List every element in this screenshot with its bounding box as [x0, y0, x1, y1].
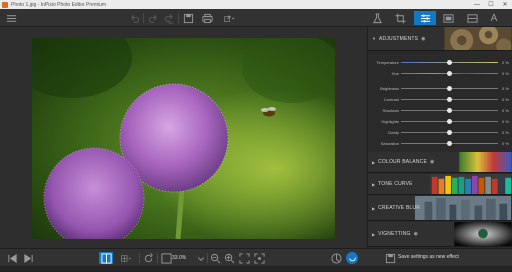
- compare-view-icon[interactable]: [99, 252, 113, 264]
- redo-all-icon[interactable]: [163, 12, 175, 24]
- section-title: ADJUSTMENTS: [378, 35, 419, 42]
- adjustment-row: Clarity 0 %: [368, 128, 512, 137]
- city-thumbnail: [415, 196, 511, 220]
- adjustment-label: Brightness: [380, 86, 399, 91]
- visibility-icon[interactable]: ◉: [421, 36, 425, 42]
- adjustment-value: 0 %: [502, 86, 509, 91]
- toolbar: A: [0, 9, 512, 27]
- undo-icon[interactable]: [128, 12, 140, 24]
- effects-icon[interactable]: [370, 12, 384, 24]
- adjustment-value: 0 %: [502, 60, 509, 65]
- adjustment-label: Saturation: [380, 141, 399, 146]
- pencils-thumbnail: [430, 174, 511, 194]
- slider-handle[interactable]: [447, 60, 452, 65]
- title-bar: Photo 1.jpg - InPixio Photo Editor Premi…: [0, 0, 512, 9]
- creative-blur-section[interactable]: ▶ CREATIVE BLUR: [368, 196, 512, 221]
- actual-size-icon[interactable]: [253, 252, 265, 264]
- fit-screen-icon[interactable]: [238, 252, 250, 264]
- close-button[interactable]: ✕: [498, 1, 512, 8]
- slider-handle[interactable]: [447, 108, 452, 113]
- reset-icon[interactable]: [346, 252, 358, 264]
- slider-handle[interactable]: [447, 86, 452, 91]
- tone-curve-section[interactable]: ▶ TONE CURVE: [368, 174, 512, 195]
- zoom-out-icon[interactable]: [209, 252, 221, 264]
- adjustment-row: Temperature 0 %: [368, 58, 512, 67]
- adjustments-icon[interactable]: [414, 11, 436, 25]
- history-icon[interactable]: [330, 252, 342, 264]
- zoom-level[interactable]: 33.0%: [172, 253, 196, 263]
- minimize-button[interactable]: —: [470, 2, 484, 8]
- expand-icon: ▶: [372, 181, 376, 187]
- previous-image-icon[interactable]: [6, 252, 18, 264]
- zoom-in-icon[interactable]: [223, 252, 235, 264]
- adjustment-row: Brightness 0 %: [368, 84, 512, 93]
- adjustment-row: Contrast 0 %: [368, 95, 512, 104]
- adjustment-label: Temperature: [376, 60, 399, 65]
- adjustment-value: 0 %: [502, 130, 509, 135]
- slider-handle[interactable]: [447, 130, 452, 135]
- print-icon[interactable]: [201, 12, 213, 24]
- adjustment-value: 0 %: [502, 108, 509, 113]
- adjustment-value: 0 %: [502, 97, 509, 102]
- expand-icon: ▶: [372, 159, 376, 165]
- section-title: TONE CURVE: [378, 181, 413, 187]
- colour-balance-thumbnail: [459, 152, 512, 172]
- section-title: COLOUR BALANCE: [378, 159, 428, 165]
- zoom-fit-icon[interactable]: [161, 252, 172, 264]
- slider-handle[interactable]: [447, 71, 452, 76]
- vignette-thumbnail: [454, 222, 512, 246]
- slider-handle[interactable]: [447, 119, 452, 124]
- expand-icon: ▶: [372, 231, 376, 237]
- visibility-icon[interactable]: ◉: [414, 231, 418, 237]
- save-settings-button[interactable]: Save settings as new effect: [398, 254, 459, 260]
- adjustment-label: Hue: [391, 71, 399, 76]
- adjustment-row: Shadows 0 %: [368, 106, 512, 115]
- adjustment-row: Saturation 0 %: [368, 139, 512, 148]
- vignetting-section[interactable]: ▶ VIGNETTING ◉: [368, 222, 512, 247]
- overlay-icon[interactable]: [465, 12, 479, 24]
- redo-icon[interactable]: [147, 12, 159, 24]
- status-strip: [0, 266, 512, 272]
- maximize-button[interactable]: ☐: [484, 1, 498, 8]
- frames-icon[interactable]: [441, 12, 455, 24]
- colour-balance-section[interactable]: ▶ COLOUR BALANCE ◉: [368, 152, 512, 173]
- save-icon[interactable]: [182, 12, 194, 24]
- adjustment-value: 0 %: [502, 119, 509, 124]
- adjustment-row: Highlights 0 %: [368, 117, 512, 126]
- text-icon[interactable]: A: [487, 12, 501, 24]
- adjustments-section-header[interactable]: ▼ ADJUSTMENTS ◉: [368, 27, 512, 51]
- adjustment-value: 0 %: [502, 141, 509, 146]
- window-title: Photo 1.jpg - InPixio Photo Editor Premi…: [11, 1, 107, 8]
- app-logo-icon: [2, 1, 8, 8]
- adjustment-row: Hue 0 %: [368, 69, 512, 78]
- adjustment-label: Highlights: [381, 119, 399, 124]
- expand-icon: ▶: [372, 205, 376, 211]
- collapse-icon: ▼: [372, 36, 376, 41]
- section-title: CREATIVE BLUR: [378, 205, 421, 211]
- slider-handle[interactable]: [447, 141, 452, 146]
- visibility-icon[interactable]: ◉: [430, 159, 434, 165]
- view-mode-icon[interactable]: [116, 252, 136, 264]
- gears-thumbnail-icon: [444, 27, 512, 50]
- next-image-icon[interactable]: [22, 252, 34, 264]
- slider-handle[interactable]: [447, 97, 452, 102]
- settings-panel: ▼ ADJUSTMENTS ◉ Temperature 0 % Hue 0 % Brig…: [367, 27, 512, 248]
- crop-icon[interactable]: [393, 12, 407, 24]
- menu-icon[interactable]: [5, 12, 17, 24]
- rotate-icon[interactable]: [142, 252, 154, 264]
- zoom-dropdown-icon[interactable]: [196, 252, 206, 264]
- adjustment-label: Clarity: [387, 130, 399, 135]
- adjustment-label: Shadows: [382, 108, 399, 113]
- section-title: VIGNETTING: [378, 231, 411, 237]
- photo-preview[interactable]: [32, 38, 335, 239]
- image-canvas[interactable]: [0, 27, 367, 248]
- save-effect-icon[interactable]: [385, 252, 396, 264]
- adjustment-value: 0 %: [502, 71, 509, 76]
- bottom-toolbar: 33.0% Save settings as new effect: [0, 248, 512, 266]
- share-icon[interactable]: [220, 12, 238, 24]
- adjustment-label: Contrast: [383, 97, 399, 102]
